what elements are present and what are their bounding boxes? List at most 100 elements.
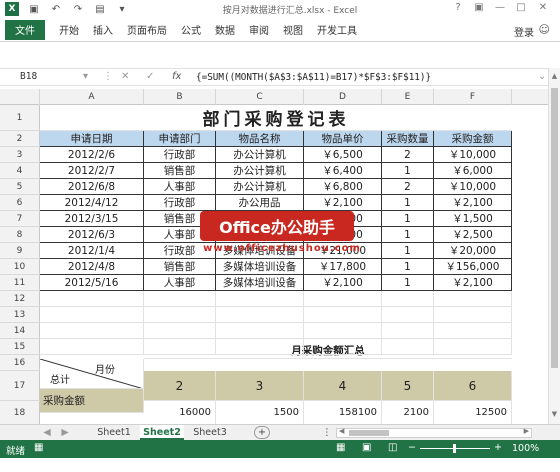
empty-cell[interactable] [382, 291, 434, 307]
empty-cell[interactable] [40, 307, 144, 323]
table-cell[interactable]: 人事部 [144, 179, 216, 195]
name-box[interactable]: B18 [20, 71, 76, 85]
table-cell[interactable]: 2012/4/12 [40, 195, 144, 211]
row-header[interactable]: 8 [0, 227, 40, 243]
column-header-e[interactable]: E [382, 89, 434, 105]
empty-cell[interactable] [434, 323, 512, 339]
empty-cell[interactable] [40, 323, 144, 339]
table-cell[interactable]: 1 [382, 195, 434, 211]
row-header[interactable]: 4 [0, 163, 40, 179]
empty-cell[interactable] [304, 323, 382, 339]
row-header[interactable]: 11 [0, 275, 40, 291]
enter-icon[interactable]: ✓ [146, 71, 154, 82]
customize-toolbar-icon[interactable]: ▾ [115, 2, 129, 16]
month-header-cell[interactable]: 3 [216, 371, 304, 401]
table-header-cell[interactable]: 申请部门 [144, 131, 216, 147]
table-cell[interactable]: ￥2,500 [434, 227, 512, 243]
table-cell[interactable]: 办公计算机 [216, 147, 304, 163]
table-cell[interactable]: ￥6,800 [304, 179, 382, 195]
amount-cell[interactable]: 12500 [434, 401, 512, 425]
table-header-cell[interactable]: 采购金额 [434, 131, 512, 147]
table-cell[interactable]: 1 [382, 211, 434, 227]
table-cell[interactable]: 1 [382, 275, 434, 291]
table-cell[interactable]: 人事部 [144, 275, 216, 291]
amount-cell[interactable]: 158100 [304, 401, 382, 425]
tab-view[interactable]: 视图 [283, 22, 303, 37]
scroll-right-icon[interactable]: ▶ [524, 427, 529, 435]
zoom-slider-thumb[interactable] [453, 444, 456, 453]
table-cell[interactable]: ￥156,000 [434, 259, 512, 275]
table-cell[interactable]: ￥6,000 [434, 163, 512, 179]
table-cell[interactable]: 2 [382, 179, 434, 195]
column-header-f[interactable]: F [434, 89, 512, 105]
table-cell[interactable]: ￥20,000 [434, 243, 512, 259]
login-link[interactable]: 登录 [514, 24, 534, 39]
empty-cell[interactable] [304, 307, 382, 323]
add-sheet-icon[interactable]: + [254, 426, 270, 439]
tab-data[interactable]: 数据 [215, 22, 235, 37]
column-header-a[interactable]: A [40, 89, 144, 105]
name-box-dropdown-icon[interactable]: ▾ [83, 71, 88, 82]
table-cell[interactable]: ￥10,000 [434, 179, 512, 195]
row-header[interactable]: 14 [0, 323, 40, 339]
zoom-out-icon[interactable]: − [408, 442, 416, 453]
undo-icon[interactable]: ↶ [49, 2, 63, 16]
table-cell[interactable]: ￥6,500 [304, 147, 382, 163]
scroll-down-icon[interactable]: ▼ [550, 410, 559, 418]
row-header[interactable]: 5 [0, 179, 40, 195]
zoom-level[interactable]: 100% [512, 443, 539, 454]
table-cell[interactable]: 2012/2/6 [40, 147, 144, 163]
maximize-button[interactable]: □ [514, 2, 528, 15]
table-cell[interactable]: 1 [382, 259, 434, 275]
empty-cell[interactable] [382, 307, 434, 323]
save-icon[interactable]: ▣ [27, 2, 41, 16]
row-header[interactable]: 15 [0, 339, 40, 355]
row-header[interactable]: 2 [0, 131, 40, 147]
table-header-cell[interactable]: 物品单价 [304, 131, 382, 147]
empty-cell[interactable] [216, 291, 304, 307]
insert-function-icon[interactable]: fx [172, 71, 181, 82]
formula-input[interactable]: {=SUM((MONTH($A$3:$A$11)=B17)*$F$3:$F$11… [196, 72, 431, 83]
table-cell[interactable]: ￥2,100 [434, 275, 512, 291]
tab-formulas[interactable]: 公式 [181, 22, 201, 37]
row-header[interactable]: 9 [0, 243, 40, 259]
page-layout-view-icon[interactable]: ▣ [362, 442, 371, 453]
table-cell[interactable]: ￥2,100 [304, 275, 382, 291]
amount-label-cell[interactable]: 采购金额 [40, 389, 144, 413]
table-cell[interactable]: 行政部 [144, 147, 216, 163]
next-sheet-icon[interactable]: ▶ [58, 425, 72, 440]
row-header[interactable]: 3 [0, 147, 40, 163]
row-header[interactable]: 16 [0, 355, 40, 371]
table-cell[interactable]: 2012/5/16 [40, 275, 144, 291]
table-cell[interactable]: ￥2,100 [434, 195, 512, 211]
empty-cell[interactable] [382, 323, 434, 339]
table-cell[interactable]: 2012/6/8 [40, 179, 144, 195]
scroll-up-icon[interactable]: ▲ [550, 72, 559, 80]
sheet-tab-2-active[interactable]: Sheet2 [140, 425, 184, 440]
table-cell[interactable]: 多媒体培训设备 [216, 275, 304, 291]
vertical-scrollbar[interactable]: ▲ ▼ [548, 68, 560, 424]
redo-icon[interactable]: ↷ [71, 2, 85, 16]
table-cell[interactable]: 2012/1/4 [40, 243, 144, 259]
sheet-tab-1[interactable]: Sheet1 [92, 425, 136, 440]
month-header-cell[interactable]: 5 [382, 371, 434, 401]
table-cell[interactable]: 2012/4/8 [40, 259, 144, 275]
table-cell[interactable]: 办公计算机 [216, 179, 304, 195]
empty-cell[interactable] [382, 339, 434, 355]
table-cell[interactable]: 2 [382, 147, 434, 163]
select-all-corner[interactable] [0, 89, 40, 105]
table-header-cell[interactable]: 采购数量 [382, 131, 434, 147]
sheet-title[interactable]: 部门采购登记表 [40, 105, 512, 131]
row-header[interactable]: 6 [0, 195, 40, 211]
page-break-view-icon[interactable]: ◫ [388, 442, 397, 453]
prev-sheet-icon[interactable]: ◀ [40, 425, 54, 440]
print-preview-icon[interactable]: ▤ [93, 2, 107, 16]
empty-cell[interactable] [144, 291, 216, 307]
table-cell[interactable]: 2012/2/7 [40, 163, 144, 179]
scroll-thumb[interactable] [551, 88, 558, 368]
empty-cell[interactable] [216, 323, 304, 339]
row-header[interactable]: 10 [0, 259, 40, 275]
table-cell[interactable]: ￥6,400 [304, 163, 382, 179]
table-cell[interactable]: 办公用品 [216, 195, 304, 211]
empty-cell[interactable] [434, 291, 512, 307]
